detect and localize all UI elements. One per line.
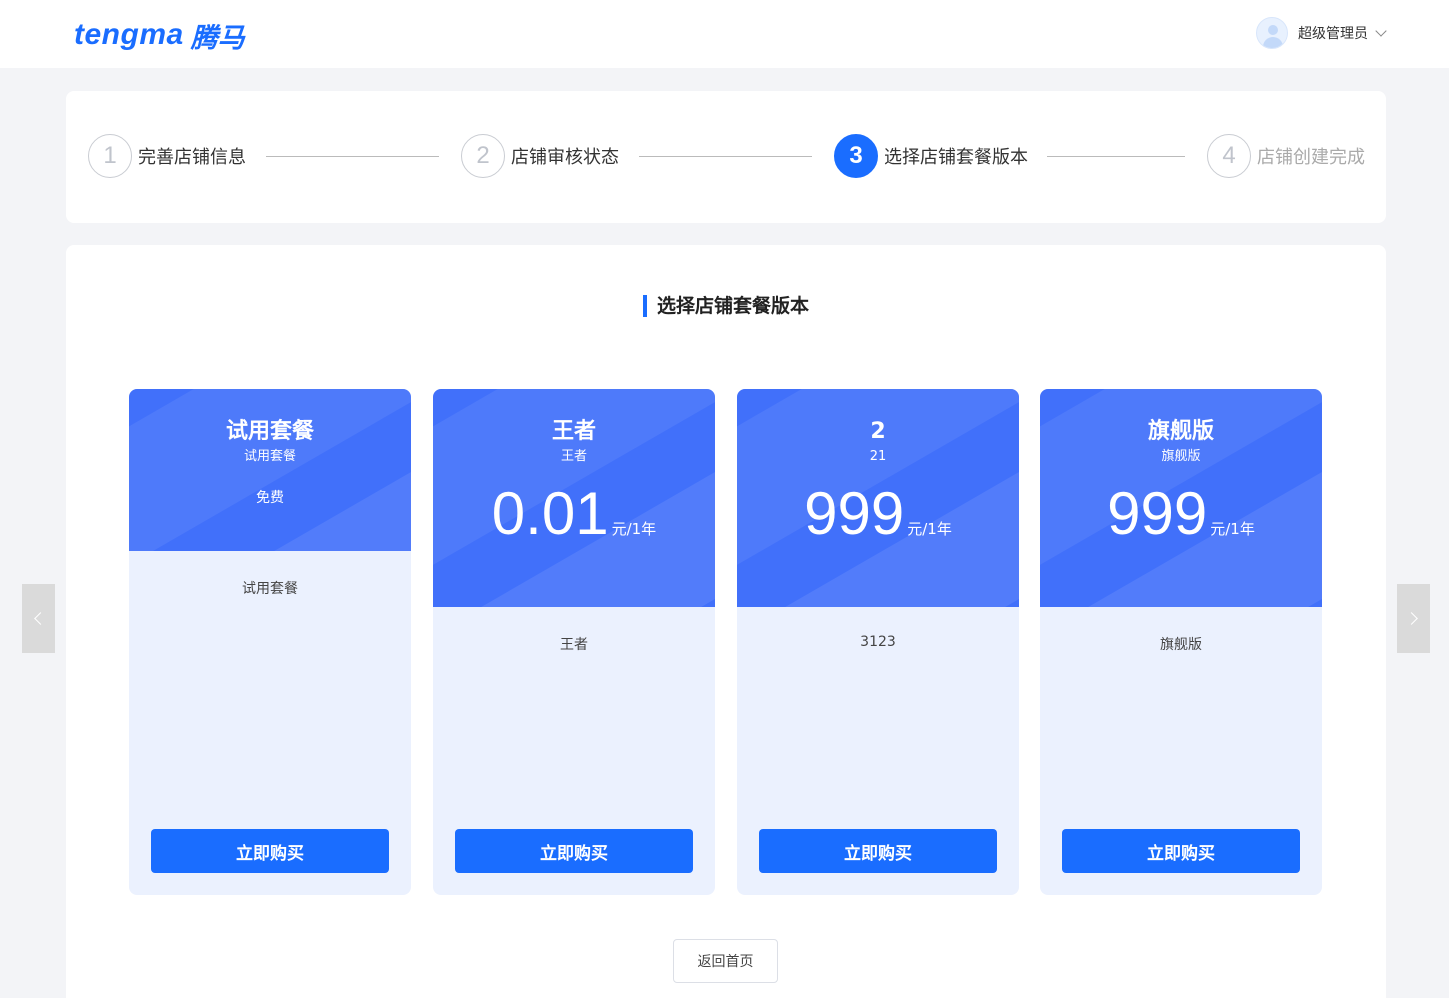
price-amount: 999 xyxy=(804,480,905,547)
section-title: 选择店铺套餐版本 xyxy=(66,295,1386,317)
plan-subtitle: 试用套餐 xyxy=(243,449,296,464)
user-name[interactable]: 超级管理员 xyxy=(1298,23,1368,43)
step-1: 1 完善店铺信息 xyxy=(88,134,246,178)
plan-subtitle: 21 xyxy=(869,449,887,464)
logo-text-en: tengma xyxy=(74,18,184,51)
plan-description: 王者 xyxy=(560,637,588,653)
plan-price: 999 元/1年 xyxy=(737,483,1019,560)
step-connector xyxy=(639,156,812,157)
price-unit: 元/1年 xyxy=(1210,520,1255,538)
plan-description: 3123 xyxy=(860,634,896,650)
price-unit: 元/1年 xyxy=(907,520,952,538)
step-connector xyxy=(1047,156,1185,157)
step-2: 2 店铺审核状态 xyxy=(461,134,619,178)
step-label: 店铺审核状态 xyxy=(511,147,619,168)
plan-price-free: 免费 xyxy=(256,490,284,506)
plan-header: 王者 王者 0.01 元/1年 xyxy=(433,389,715,607)
plan-description: 旗舰版 xyxy=(1160,637,1202,653)
plan-name: 2 xyxy=(870,419,886,444)
price-unit: 元/1年 xyxy=(611,520,657,538)
price-amount: 999 xyxy=(1107,480,1208,547)
plan-name: 试用套餐 xyxy=(225,419,314,444)
plan-header: 2 21 999 元/1年 xyxy=(737,389,1019,607)
brand-logo[interactable]: tengma 腾马 xyxy=(74,17,245,54)
carousel-next-button[interactable] xyxy=(1397,584,1430,653)
plan-price: 999 元/1年 xyxy=(1040,483,1322,560)
plan-subtitle: 旗舰版 xyxy=(1161,449,1201,464)
chevron-right-icon xyxy=(1405,612,1418,625)
steps-panel: 1 完善店铺信息 2 店铺审核状态 3 选择店铺套餐版本 4 店铺创建完成 xyxy=(66,91,1386,223)
step-number: 3 xyxy=(834,134,878,178)
plan-card-trial: 试用套餐 试用套餐 免费 试用套餐 立即购买 xyxy=(129,389,411,895)
step-4: 4 店铺创建完成 xyxy=(1207,134,1365,178)
step-label: 选择店铺套餐版本 xyxy=(884,147,1028,168)
plan-selection-panel: 选择店铺套餐版本 试用套餐 试用套餐 免费 试用套餐 立即购买 王者 王者 0.… xyxy=(66,245,1386,998)
plan-description: 试用套餐 xyxy=(242,581,298,597)
step-number: 1 xyxy=(88,134,132,178)
plan-name: 旗舰版 xyxy=(1147,419,1214,444)
chevron-down-icon[interactable] xyxy=(1375,24,1387,37)
buy-button[interactable]: 立即购买 xyxy=(151,829,389,873)
buy-button[interactable]: 立即购买 xyxy=(759,829,997,873)
logo-text-cn: 腾马 xyxy=(190,22,245,54)
chevron-left-icon xyxy=(34,612,47,625)
step-connector xyxy=(266,156,439,157)
plan-header: 旗舰版 旗舰版 999 元/1年 xyxy=(1040,389,1322,607)
plan-card-flagship: 旗舰版 旗舰版 999 元/1年 旗舰版 立即购买 xyxy=(1040,389,1322,895)
plan-price: 0.01 元/1年 xyxy=(433,483,715,560)
price-amount: 0.01 xyxy=(491,480,609,547)
top-header: tengma 腾马 超级管理员 xyxy=(0,0,1449,68)
plan-subtitle: 王者 xyxy=(560,449,587,464)
plan-header: 试用套餐 试用套餐 免费 xyxy=(129,389,411,551)
buy-button[interactable]: 立即购买 xyxy=(455,829,693,873)
buy-button[interactable]: 立即购买 xyxy=(1062,829,1300,873)
step-3: 3 选择店铺套餐版本 xyxy=(834,134,1028,178)
step-number: 2 xyxy=(461,134,505,178)
step-label: 完善店铺信息 xyxy=(138,147,246,168)
user-menu[interactable]: 超级管理员 xyxy=(1256,17,1387,49)
plan-name: 王者 xyxy=(551,419,596,444)
back-home-button[interactable]: 返回首页 xyxy=(673,939,778,983)
plan-card-2: 2 21 999 元/1年 3123 立即购买 xyxy=(737,389,1019,895)
step-label: 店铺创建完成 xyxy=(1257,147,1365,168)
carousel-prev-button[interactable] xyxy=(22,584,55,653)
avatar[interactable] xyxy=(1256,17,1288,49)
plan-card-wangzhe: 王者 王者 0.01 元/1年 王者 立即购买 xyxy=(433,389,715,895)
step-number: 4 xyxy=(1207,134,1251,178)
